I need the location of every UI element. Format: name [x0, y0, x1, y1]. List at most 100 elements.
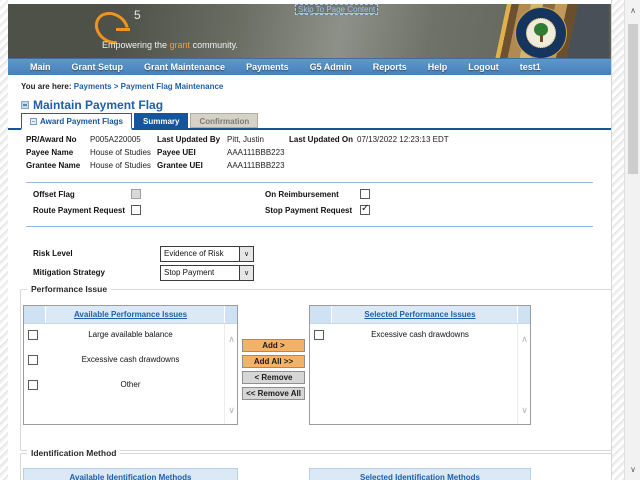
- page-content: Skip To Page Content 5 Empowering the gr…: [8, 0, 612, 480]
- tab-bar: Award Payment Flags Summary Confirmation: [8, 113, 611, 130]
- scrollbar-down-icon[interactable]: ∨: [625, 465, 640, 474]
- breadcrumb-prefix: You are here:: [21, 82, 74, 91]
- tab-award-payment-flags-label: Award Payment Flags: [40, 117, 123, 126]
- item-label: Excessive cash drawdowns: [81, 355, 180, 364]
- risk-level-select[interactable]: Evidence of Risk ∨: [160, 245, 254, 262]
- item-checkbox[interactable]: [28, 380, 38, 390]
- mitigation-strategy-row: Mitigation Strategy Stop Payment ∨: [8, 264, 611, 281]
- stop-payment-request-label: Stop Payment Request: [265, 206, 353, 215]
- list-item: Excessive cash drawdowns: [24, 349, 223, 374]
- list-header: Available Performance Issues: [24, 306, 237, 324]
- nav-item[interactable]: Logout: [468, 62, 499, 72]
- nav-item[interactable]: Payments: [246, 62, 289, 72]
- add-button[interactable]: Add >: [242, 339, 305, 352]
- route-payment-request-label: Route Payment Request: [33, 206, 126, 215]
- breadcrumb: You are here: Payments > Payment Flag Ma…: [21, 82, 611, 92]
- risk-level-value: Evidence of Risk: [164, 249, 224, 258]
- scrollbar-up-icon[interactable]: ∧: [625, 6, 640, 15]
- divider: [26, 182, 593, 183]
- info-value: Pitt, Justin: [227, 135, 264, 144]
- nav-item[interactable]: test1: [520, 62, 541, 72]
- info-label: Last Updated By: [157, 135, 221, 144]
- info-value: 07/13/2022 12:23:13 EDT: [357, 135, 449, 144]
- transfer-buttons: Add > Add All >> < Remove << Remove All: [242, 339, 305, 403]
- scroll-down-icon[interactable]: ∨: [226, 405, 237, 416]
- header-checkbox-column: [24, 306, 46, 323]
- nav-item[interactable]: Grant Setup: [72, 62, 124, 72]
- selected-identification-methods-header[interactable]: Selected Identification Methods: [360, 473, 480, 480]
- remove-button[interactable]: < Remove: [242, 371, 305, 384]
- tagline-post: community.: [190, 40, 238, 50]
- available-identification-methods-header[interactable]: Available Identification Methods: [70, 473, 192, 480]
- header-scroll-column: [517, 306, 530, 323]
- info-label: Last Updated On: [289, 135, 354, 144]
- offset-flag-checkbox: [131, 189, 141, 199]
- page: Skip To Page Content 5 Empowering the gr…: [0, 0, 640, 480]
- scroll-up-icon[interactable]: ∧: [519, 334, 530, 345]
- mitigation-strategy-select[interactable]: Stop Payment ∨: [160, 264, 254, 281]
- list-item: Excessive cash drawdowns: [310, 324, 516, 349]
- header-scroll-column: [224, 306, 237, 323]
- risk-level-label: Risk Level: [33, 249, 73, 258]
- breadcrumb-links[interactable]: Payments > Payment Flag Maintenance: [74, 82, 224, 91]
- award-info-table: PR/Award No P005A220005 Last Updated By …: [8, 133, 611, 172]
- main-nav: Main Grant Setup Grant Maintenance Payments…: [8, 58, 611, 75]
- stop-payment-request-checkbox[interactable]: [360, 204, 370, 215]
- info-label: Payee UEI: [157, 148, 196, 157]
- skip-to-content-link[interactable]: Skip To Page Content: [295, 4, 379, 15]
- on-reimbursement-checkbox[interactable]: [360, 189, 370, 199]
- tagline: Empowering the grant community.: [102, 40, 238, 50]
- header-banner: Skip To Page Content 5 Empowering the gr…: [8, 4, 611, 58]
- g5-logo-bar: [116, 28, 130, 31]
- education-seal-icon: [515, 7, 567, 58]
- list-scrollbar[interactable]: ∧ ∨: [224, 324, 237, 424]
- available-performance-issues-list: Available Performance Issues Large avail…: [23, 305, 238, 425]
- nav-item[interactable]: Grant Maintenance: [144, 62, 225, 72]
- tab-award-payment-flags[interactable]: Award Payment Flags: [21, 113, 132, 130]
- tagline-accent: grant: [169, 40, 191, 50]
- item-checkbox[interactable]: [314, 330, 324, 340]
- item-label: Excessive cash drawdowns: [371, 330, 469, 339]
- info-value: AAA111BBB223: [227, 161, 285, 170]
- item-checkbox[interactable]: [28, 330, 38, 340]
- info-value: [357, 159, 611, 172]
- identification-method-section: Identification Method Available Identifi…: [20, 448, 612, 480]
- item-checkbox[interactable]: [28, 355, 38, 365]
- info-value: [357, 146, 611, 159]
- info-value: House of Studies: [90, 161, 151, 170]
- scroll-up-icon[interactable]: ∧: [226, 334, 237, 345]
- info-label: PR/Award No: [26, 135, 77, 144]
- available-performance-issues-header[interactable]: Available Performance Issues: [74, 310, 187, 319]
- tab-confirmation: Confirmation: [190, 113, 259, 128]
- selected-performance-issues-header[interactable]: Selected Performance Issues: [364, 310, 475, 319]
- identification-method-legend: Identification Method: [27, 448, 121, 458]
- seal-tree-icon: [526, 18, 556, 48]
- browser-scrollbar[interactable]: ∧ ∨: [624, 0, 640, 480]
- selected-performance-issues-list: Selected Performance Issues Excessive ca…: [309, 305, 531, 425]
- remove-all-button[interactable]: << Remove All: [242, 387, 305, 400]
- title-row: Maintain Payment Flag: [21, 98, 611, 112]
- item-label: Large available balance: [88, 330, 173, 339]
- dropdown-arrow-icon[interactable]: ∨: [239, 246, 253, 261]
- nav-item[interactable]: Reports: [373, 62, 407, 72]
- add-all-button[interactable]: Add All >>: [242, 355, 305, 368]
- scroll-down-icon[interactable]: ∨: [519, 405, 530, 416]
- list-scrollbar[interactable]: ∧ ∨: [517, 324, 530, 424]
- nav-item[interactable]: Main: [30, 62, 51, 72]
- divider: [26, 226, 593, 227]
- nav-item[interactable]: Help: [428, 62, 448, 72]
- info-value: AAA111BBB223: [227, 148, 285, 157]
- on-reimbursement-label: On Reimbursement: [265, 190, 339, 199]
- available-identification-methods-listbox: Available Identification Methods: [23, 468, 238, 480]
- nav-item[interactable]: G5 Admin: [310, 62, 352, 72]
- route-payment-request-checkbox[interactable]: [131, 205, 141, 215]
- list-item: Other: [24, 374, 223, 399]
- tab-summary[interactable]: Summary: [134, 113, 189, 128]
- list-item: Large available balance: [24, 324, 223, 349]
- offset-flag-label: Offset Flag: [33, 190, 75, 199]
- performance-issue-section: Performance Issue Available Performance …: [20, 284, 612, 451]
- info-label: Grantee Name: [26, 161, 81, 170]
- scrollbar-thumb[interactable]: [628, 24, 638, 174]
- dropdown-arrow-icon[interactable]: ∨: [239, 265, 253, 280]
- performance-issue-legend: Performance Issue: [27, 284, 112, 294]
